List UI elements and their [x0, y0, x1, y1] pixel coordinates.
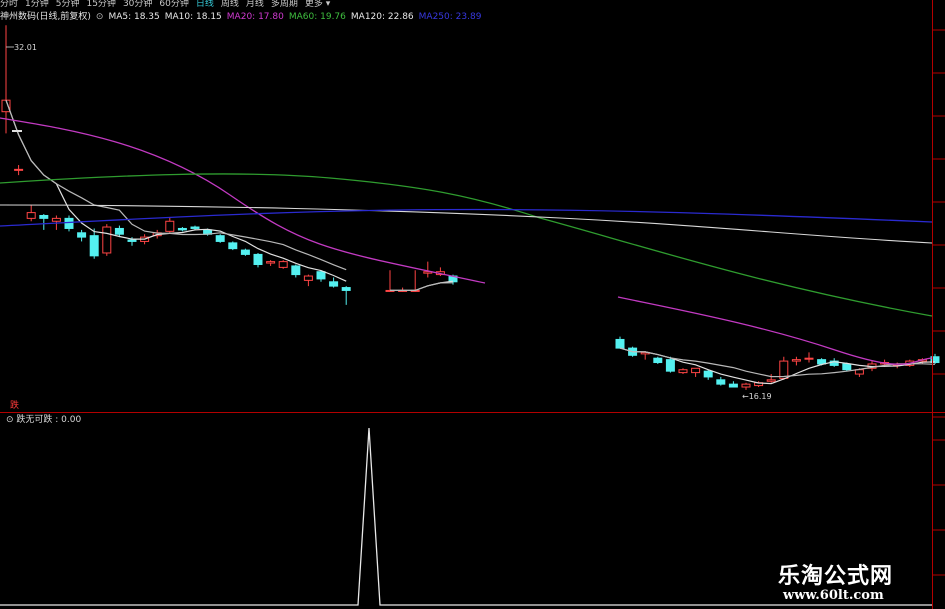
candle-up [278, 261, 288, 268]
candle-up [26, 212, 36, 219]
signal-marker: 跌 [10, 401, 20, 411]
candle-up [766, 379, 776, 382]
ma250-line [0, 208, 933, 227]
kline-chart[interactable]: 32.01 ←16.19 [0, 0, 945, 609]
candle-down [215, 235, 225, 242]
candle-down [665, 359, 675, 372]
candle-down [615, 338, 625, 349]
candle-up [51, 217, 61, 222]
candle-down [190, 226, 200, 229]
panel-divider [0, 412, 945, 413]
candle-down [653, 357, 663, 364]
high-price-label: 32.01 [14, 43, 37, 52]
candle-down [240, 249, 250, 255]
ma120-line [0, 204, 933, 244]
candle-up [303, 275, 313, 281]
candle-down [89, 235, 99, 257]
candle-down [39, 214, 49, 219]
watermark-url: www.60lt.com [783, 588, 884, 603]
ma60-line [0, 173, 933, 317]
candle-up [804, 357, 814, 360]
ma5-line [5, 99, 347, 282]
candle-up [14, 168, 24, 171]
candle-down [341, 287, 351, 291]
candle-down [703, 370, 713, 378]
candle-up [266, 261, 276, 264]
candle-down [114, 227, 124, 235]
candle-down [253, 253, 263, 265]
candle-down [291, 265, 301, 276]
candle-down [842, 363, 852, 371]
candle-down [728, 383, 738, 388]
right-axis-line [932, 0, 933, 609]
candle-up [691, 367, 701, 374]
candle-down [127, 239, 137, 242]
candle-up [741, 383, 751, 388]
ma20-line [0, 117, 933, 365]
candle-down [316, 271, 326, 280]
candle-down [716, 379, 726, 385]
candle-up [102, 226, 112, 254]
candle-down [329, 281, 339, 287]
candle-up [165, 220, 175, 232]
indicator-icon: ⊙ [6, 415, 17, 425]
candle-down [77, 232, 87, 238]
low-price-label: ←16.19 [742, 392, 772, 401]
candle-up [791, 359, 801, 362]
candle-up [678, 369, 688, 374]
candle-down [177, 227, 187, 231]
indicator-legend: ⊙ 跌无可跌 : 0.00 [6, 413, 81, 427]
ma10-line [390, 282, 454, 291]
indicator-legend-text: 跌无可跌 : 0.00 [16, 415, 82, 425]
candle-down [64, 217, 74, 229]
candle-down [228, 242, 238, 250]
watermark-name: 乐淘公式网 [778, 563, 894, 589]
